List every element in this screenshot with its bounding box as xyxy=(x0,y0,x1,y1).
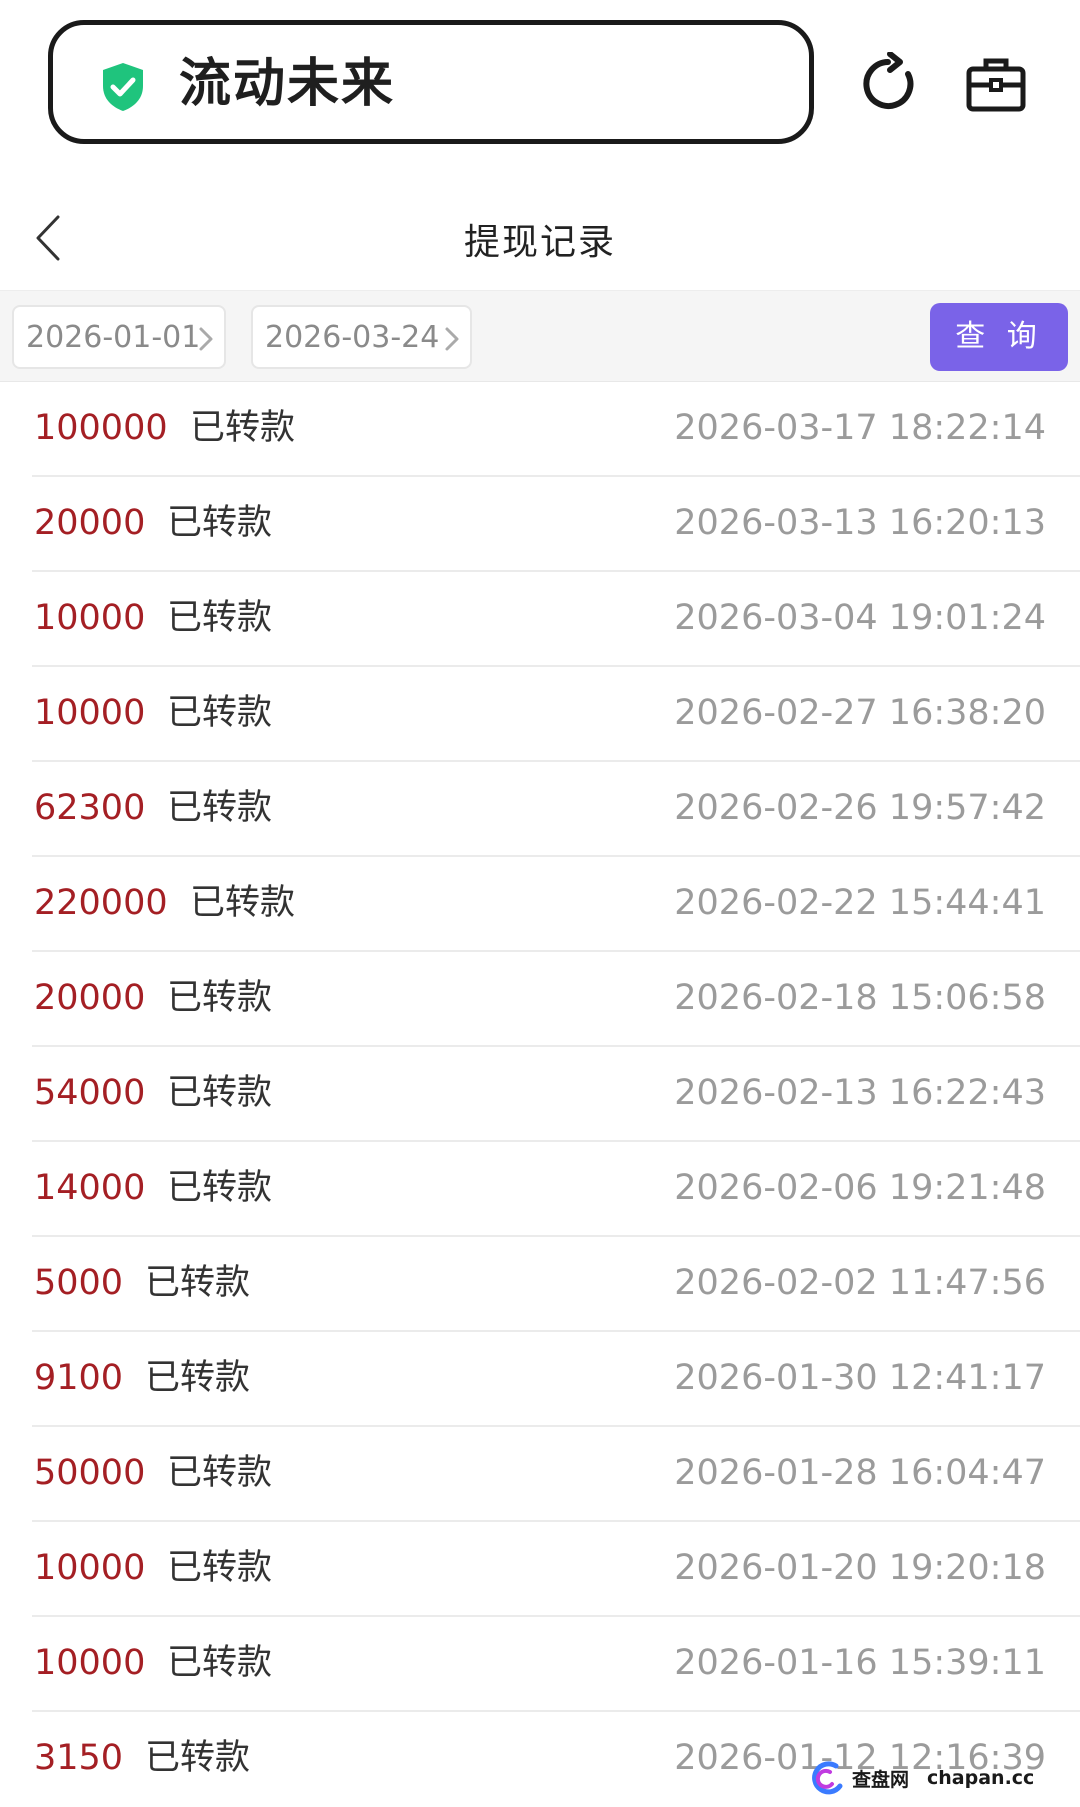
record-amount: 9100 xyxy=(34,1358,124,1398)
record-amount: 10000 xyxy=(34,598,146,638)
record-amount: 10000 xyxy=(34,1643,146,1683)
record-row[interactable]: 20000 已转款 2026-03-13 16:20:13 xyxy=(32,477,1080,572)
record-row[interactable]: 54000 已转款 2026-02-13 16:22:43 xyxy=(32,1047,1080,1142)
app-name: 流动未来 xyxy=(179,54,396,114)
withdrawal-record-list: 100000 已转款 2026-03-17 18:22:14 20000 已转款 2026… xyxy=(0,382,1080,1807)
record-row[interactable]: 14000 已转款 2026-02-06 19:21:48 xyxy=(32,1142,1080,1237)
record-amount: 62300 xyxy=(34,788,146,828)
record-row[interactable]: 10000 已转款 2026-02-27 16:38:20 xyxy=(32,667,1080,762)
record-amount: 100000 xyxy=(34,408,168,448)
page-title: 提现记录 xyxy=(463,222,616,263)
record-amount: 14000 xyxy=(34,1168,146,1208)
query-button[interactable]: 查 询 xyxy=(930,303,1068,371)
start-date-picker[interactable]: 2026-01-01 xyxy=(12,305,226,369)
toolbox-icon[interactable] xyxy=(964,52,1028,116)
chevron-right-icon xyxy=(199,327,213,351)
record-time: 2026-01-30 12:41:17 xyxy=(674,1358,1046,1398)
record-time: 2026-02-27 16:38:20 xyxy=(674,693,1046,733)
record-status: 已转款 xyxy=(145,1358,251,1398)
record-time: 2026-02-18 15:06:58 xyxy=(674,978,1046,1018)
record-row[interactable]: 62300 已转款 2026-02-26 19:57:42 xyxy=(32,762,1080,857)
record-time: 2026-03-04 19:01:24 xyxy=(674,598,1046,638)
watermark-site-cn: 查盘网 xyxy=(852,1768,910,1791)
record-status: 已转款 xyxy=(190,883,296,923)
record-amount: 20000 xyxy=(34,503,146,543)
chapan-logo-icon xyxy=(812,1761,843,1795)
record-row[interactable]: 10000 已转款 2026-01-16 15:39:11 xyxy=(32,1617,1080,1712)
date-filter-bar: 2026-01-01 2026-03-24 查 询 xyxy=(0,290,1080,382)
record-amount: 50000 xyxy=(34,1453,146,1493)
record-time: 2026-01-28 16:04:47 xyxy=(674,1453,1046,1493)
record-amount: 54000 xyxy=(34,1073,146,1113)
record-amount: 220000 xyxy=(34,883,168,923)
record-status: 已转款 xyxy=(167,1548,273,1588)
record-status: 已转款 xyxy=(167,598,273,638)
record-status: 已转款 xyxy=(167,693,273,733)
start-date-value: 2026-01-01 xyxy=(26,319,201,355)
record-row[interactable]: 20000 已转款 2026-02-18 15:06:58 xyxy=(32,952,1080,1047)
record-row[interactable]: 10000 已转款 2026-01-20 19:20:18 xyxy=(32,1522,1080,1617)
site-watermark: 查盘网 chapan.cc xyxy=(806,1760,1034,1796)
record-time: 2026-01-20 19:20:18 xyxy=(674,1548,1046,1588)
record-status: 已转款 xyxy=(167,503,273,543)
record-time: 2026-01-16 15:39:11 xyxy=(674,1643,1046,1683)
record-row[interactable]: 9100 已转款 2026-01-30 12:41:17 xyxy=(32,1332,1080,1427)
record-time: 2026-02-02 11:47:56 xyxy=(674,1263,1046,1303)
record-row[interactable]: 10000 已转款 2026-03-04 19:01:24 xyxy=(32,572,1080,667)
app-title-pill: 流动未来 xyxy=(48,20,814,144)
record-amount: 20000 xyxy=(34,978,146,1018)
record-status: 已转款 xyxy=(145,1738,251,1778)
record-status: 已转款 xyxy=(167,788,273,828)
record-time: 2026-03-13 16:20:13 xyxy=(674,503,1046,543)
end-date-value: 2026-03-24 xyxy=(265,319,440,355)
record-amount: 3150 xyxy=(34,1738,124,1778)
record-row[interactable]: 5000 已转款 2026-02-02 11:47:56 xyxy=(32,1237,1080,1332)
record-time: 2026-02-06 19:21:48 xyxy=(674,1168,1046,1208)
record-status: 已转款 xyxy=(167,1643,273,1683)
record-status: 已转款 xyxy=(190,408,296,448)
record-status: 已转款 xyxy=(167,1168,273,1208)
app-top-bar: 流动未来 xyxy=(0,0,1080,170)
chevron-right-icon xyxy=(445,327,459,351)
record-time: 2026-02-13 16:22:43 xyxy=(674,1073,1046,1113)
end-date-picker[interactable]: 2026-03-24 xyxy=(251,305,472,369)
record-time: 2026-03-17 18:22:14 xyxy=(674,408,1046,448)
record-amount: 5000 xyxy=(34,1263,124,1303)
page-header: 提现记录 xyxy=(0,185,1080,290)
record-status: 已转款 xyxy=(145,1263,251,1303)
record-row[interactable]: 100000 已转款 2026-03-17 18:22:14 xyxy=(32,382,1080,477)
record-amount: 10000 xyxy=(34,1548,146,1588)
watermark-site-en: chapan.cc xyxy=(927,1767,1035,1789)
record-status: 已转款 xyxy=(167,978,273,1018)
record-status: 已转款 xyxy=(167,1453,273,1493)
record-row[interactable]: 220000 已转款 2026-02-22 15:44:41 xyxy=(32,857,1080,952)
record-time: 2026-02-26 19:57:42 xyxy=(674,788,1046,828)
refresh-icon[interactable] xyxy=(856,52,920,116)
shield-check-icon xyxy=(103,63,143,111)
record-status: 已转款 xyxy=(167,1073,273,1113)
record-row[interactable]: 50000 已转款 2026-01-28 16:04:47 xyxy=(32,1427,1080,1522)
record-time: 2026-02-22 15:44:41 xyxy=(674,883,1046,923)
record-amount: 10000 xyxy=(34,693,146,733)
